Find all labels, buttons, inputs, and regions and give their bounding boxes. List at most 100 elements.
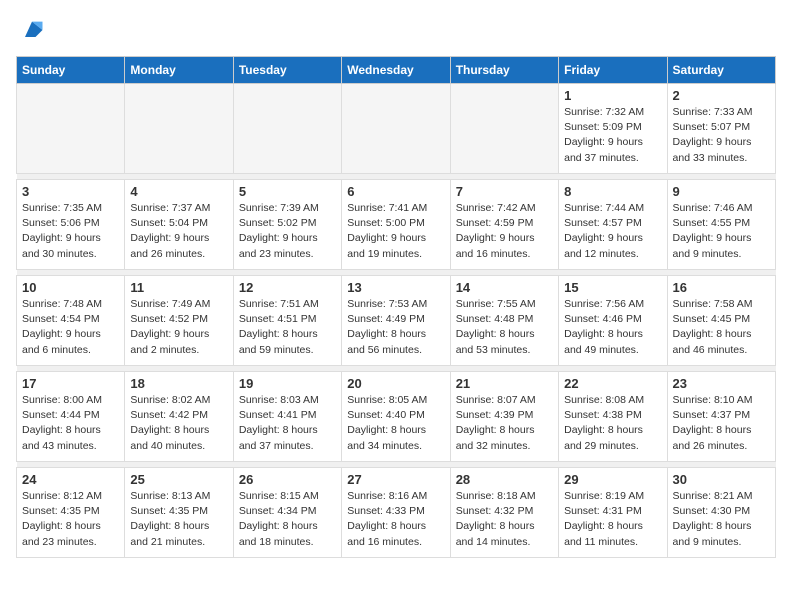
day-info: Sunrise: 8:19 AM Sunset: 4:31 PM Dayligh… bbox=[564, 489, 661, 550]
day-cell bbox=[17, 84, 125, 174]
weekday-header-friday: Friday bbox=[559, 57, 667, 84]
day-cell: 15 Sunrise: 7:56 AM Sunset: 4:46 PM Dayli… bbox=[559, 276, 667, 366]
day-info: Sunrise: 7:44 AM Sunset: 4:57 PM Dayligh… bbox=[564, 201, 661, 262]
day-info: Sunrise: 8:03 AM Sunset: 4:41 PM Dayligh… bbox=[239, 393, 336, 454]
day-cell: 27 Sunrise: 8:16 AM Sunset: 4:33 PM Dayli… bbox=[342, 468, 450, 558]
day-info: Sunrise: 7:56 AM Sunset: 4:46 PM Dayligh… bbox=[564, 297, 661, 358]
day-info: Sunrise: 8:15 AM Sunset: 4:34 PM Dayligh… bbox=[239, 489, 336, 550]
day-number: 5 bbox=[239, 184, 336, 199]
day-number: 1 bbox=[564, 88, 661, 103]
day-cell: 30Sunrise: 8:21 AM Sunset: 4:30 PM Dayli… bbox=[667, 468, 775, 558]
day-number: 13 bbox=[347, 280, 444, 295]
day-number: 21 bbox=[456, 376, 553, 391]
week-row-5: 24 Sunrise: 8:12 AM Sunset: 4:35 PM Dayli… bbox=[17, 468, 776, 558]
day-info: Sunrise: 7:49 AM Sunset: 4:52 PM Dayligh… bbox=[130, 297, 227, 358]
weekday-header-thursday: Thursday bbox=[450, 57, 558, 84]
day-cell: 2 Sunrise: 7:33 AM Sunset: 5:07 PM Daylig… bbox=[667, 84, 775, 174]
day-number: 28 bbox=[456, 472, 553, 487]
day-number: 14 bbox=[456, 280, 553, 295]
day-cell: 6 Sunrise: 7:41 AM Sunset: 5:00 PM Daylig… bbox=[342, 180, 450, 270]
day-cell: 25 Sunrise: 8:13 AM Sunset: 4:35 PM Dayli… bbox=[125, 468, 233, 558]
day-info: Sunrise: 8:10 AM Sunset: 4:37 PM Dayligh… bbox=[673, 393, 770, 454]
day-cell: 12 Sunrise: 7:51 AM Sunset: 4:51 PM Dayli… bbox=[233, 276, 341, 366]
day-cell: 11 Sunrise: 7:49 AM Sunset: 4:52 PM Dayli… bbox=[125, 276, 233, 366]
day-cell: 16Sunrise: 7:58 AM Sunset: 4:45 PM Dayli… bbox=[667, 276, 775, 366]
day-number: 10 bbox=[22, 280, 119, 295]
day-number: 16 bbox=[673, 280, 770, 295]
day-info: Sunrise: 7:46 AM Sunset: 4:55 PM Dayligh… bbox=[673, 201, 770, 262]
day-cell: 22Sunrise: 8:08 AM Sunset: 4:38 PM Dayli… bbox=[559, 372, 667, 462]
day-number: 26 bbox=[239, 472, 336, 487]
day-number: 2 bbox=[673, 88, 770, 103]
week-row-3: 10 Sunrise: 7:48 AM Sunset: 4:54 PM Dayli… bbox=[17, 276, 776, 366]
day-number: 25 bbox=[130, 472, 227, 487]
weekday-header-wednesday: Wednesday bbox=[342, 57, 450, 84]
day-number: 24 bbox=[22, 472, 119, 487]
day-cell: 20 Sunrise: 8:05 AM Sunset: 4:40 PM Dayli… bbox=[342, 372, 450, 462]
day-cell: 26 Sunrise: 8:15 AM Sunset: 4:34 PM Dayli… bbox=[233, 468, 341, 558]
day-number: 8 bbox=[564, 184, 661, 199]
day-info: Sunrise: 7:55 AM Sunset: 4:48 PM Dayligh… bbox=[456, 297, 553, 358]
day-cell: 13 Sunrise: 7:53 AM Sunset: 4:49 PM Dayli… bbox=[342, 276, 450, 366]
day-info: Sunrise: 7:32 AM Sunset: 5:09 PM Dayligh… bbox=[564, 105, 661, 166]
day-cell: 28 Sunrise: 8:18 AM Sunset: 4:32 PM Dayli… bbox=[450, 468, 558, 558]
day-info: Sunrise: 7:42 AM Sunset: 4:59 PM Dayligh… bbox=[456, 201, 553, 262]
day-info: Sunrise: 7:51 AM Sunset: 4:51 PM Dayligh… bbox=[239, 297, 336, 358]
day-info: Sunrise: 8:18 AM Sunset: 4:32 PM Dayligh… bbox=[456, 489, 553, 550]
day-number: 12 bbox=[239, 280, 336, 295]
day-number: 6 bbox=[347, 184, 444, 199]
day-number: 11 bbox=[130, 280, 227, 295]
day-cell: 3Sunrise: 7:35 AM Sunset: 5:06 PM Daylig… bbox=[17, 180, 125, 270]
day-cell bbox=[125, 84, 233, 174]
day-cell: 18Sunrise: 8:02 AM Sunset: 4:42 PM Dayli… bbox=[125, 372, 233, 462]
week-row-1: 1 Sunrise: 7:32 AM Sunset: 5:09 PM Daylig… bbox=[17, 84, 776, 174]
day-cell: 1 Sunrise: 7:32 AM Sunset: 5:09 PM Daylig… bbox=[559, 84, 667, 174]
day-info: Sunrise: 8:02 AM Sunset: 4:42 PM Dayligh… bbox=[130, 393, 227, 454]
day-cell: 14 Sunrise: 7:55 AM Sunset: 4:48 PM Dayli… bbox=[450, 276, 558, 366]
day-cell: 4 Sunrise: 7:37 AM Sunset: 5:04 PM Daylig… bbox=[125, 180, 233, 270]
day-info: Sunrise: 8:08 AM Sunset: 4:38 PM Dayligh… bbox=[564, 393, 661, 454]
day-info: Sunrise: 7:37 AM Sunset: 5:04 PM Dayligh… bbox=[130, 201, 227, 262]
week-row-4: 17Sunrise: 8:00 AM Sunset: 4:44 PM Dayli… bbox=[17, 372, 776, 462]
day-cell: 9Sunrise: 7:46 AM Sunset: 4:55 PM Daylig… bbox=[667, 180, 775, 270]
day-cell: 24 Sunrise: 8:12 AM Sunset: 4:35 PM Dayli… bbox=[17, 468, 125, 558]
day-cell bbox=[450, 84, 558, 174]
day-info: Sunrise: 7:35 AM Sunset: 5:06 PM Dayligh… bbox=[22, 201, 119, 262]
day-info: Sunrise: 7:48 AM Sunset: 4:54 PM Dayligh… bbox=[22, 297, 119, 358]
day-info: Sunrise: 7:41 AM Sunset: 5:00 PM Dayligh… bbox=[347, 201, 444, 262]
weekday-header-row: SundayMondayTuesdayWednesdayThursdayFrid… bbox=[17, 57, 776, 84]
day-number: 15 bbox=[564, 280, 661, 295]
day-cell: 23 Sunrise: 8:10 AM Sunset: 4:37 PM Dayli… bbox=[667, 372, 775, 462]
day-cell: 19 Sunrise: 8:03 AM Sunset: 4:41 PM Dayli… bbox=[233, 372, 341, 462]
day-cell: 7 Sunrise: 7:42 AM Sunset: 4:59 PM Daylig… bbox=[450, 180, 558, 270]
day-info: Sunrise: 7:53 AM Sunset: 4:49 PM Dayligh… bbox=[347, 297, 444, 358]
day-info: Sunrise: 8:16 AM Sunset: 4:33 PM Dayligh… bbox=[347, 489, 444, 550]
day-info: Sunrise: 8:12 AM Sunset: 4:35 PM Dayligh… bbox=[22, 489, 119, 550]
day-info: Sunrise: 8:05 AM Sunset: 4:40 PM Dayligh… bbox=[347, 393, 444, 454]
week-row-2: 3Sunrise: 7:35 AM Sunset: 5:06 PM Daylig… bbox=[17, 180, 776, 270]
day-number: 23 bbox=[673, 376, 770, 391]
day-info: Sunrise: 8:07 AM Sunset: 4:39 PM Dayligh… bbox=[456, 393, 553, 454]
day-cell bbox=[233, 84, 341, 174]
day-cell bbox=[342, 84, 450, 174]
day-cell: 5 Sunrise: 7:39 AM Sunset: 5:02 PM Daylig… bbox=[233, 180, 341, 270]
calendar-table: SundayMondayTuesdayWednesdayThursdayFrid… bbox=[16, 56, 776, 558]
day-cell: 10 Sunrise: 7:48 AM Sunset: 4:54 PM Dayli… bbox=[17, 276, 125, 366]
page-header bbox=[16, 16, 776, 44]
day-info: Sunrise: 7:33 AM Sunset: 5:07 PM Dayligh… bbox=[673, 105, 770, 166]
day-number: 7 bbox=[456, 184, 553, 199]
day-info: Sunrise: 8:13 AM Sunset: 4:35 PM Dayligh… bbox=[130, 489, 227, 550]
day-number: 19 bbox=[239, 376, 336, 391]
day-cell: 17Sunrise: 8:00 AM Sunset: 4:44 PM Dayli… bbox=[17, 372, 125, 462]
logo bbox=[16, 16, 46, 44]
day-number: 4 bbox=[130, 184, 227, 199]
weekday-header-sunday: Sunday bbox=[17, 57, 125, 84]
day-number: 27 bbox=[347, 472, 444, 487]
day-number: 30 bbox=[673, 472, 770, 487]
day-cell: 21 Sunrise: 8:07 AM Sunset: 4:39 PM Dayli… bbox=[450, 372, 558, 462]
day-number: 29 bbox=[564, 472, 661, 487]
logo-icon bbox=[18, 16, 46, 44]
day-info: Sunrise: 7:39 AM Sunset: 5:02 PM Dayligh… bbox=[239, 201, 336, 262]
day-cell: 8 Sunrise: 7:44 AM Sunset: 4:57 PM Daylig… bbox=[559, 180, 667, 270]
day-number: 20 bbox=[347, 376, 444, 391]
